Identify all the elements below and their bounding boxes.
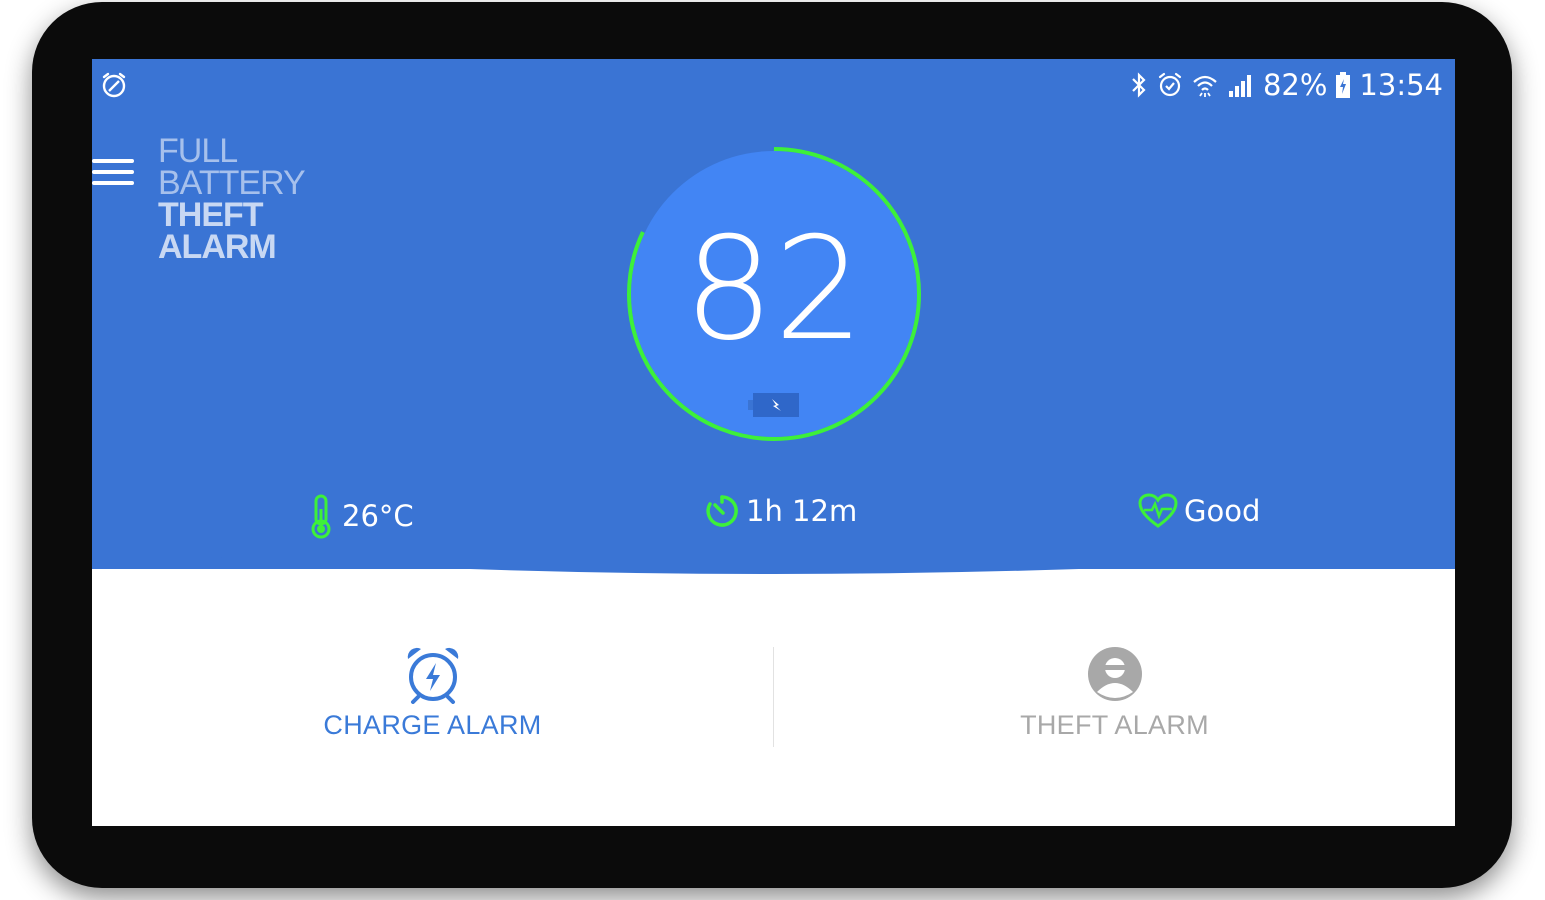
battery-charging-icon: [1336, 72, 1351, 98]
menu-icon[interactable]: [92, 157, 136, 189]
temperature-stat: 26°C: [306, 493, 414, 539]
panel-curve: [92, 539, 1455, 574]
app-logo: FULL BATTERY THEFT ALARM: [158, 132, 328, 266]
battery-percent-text: 82%: [1262, 68, 1328, 102]
heart-pulse-icon: [1138, 493, 1178, 528]
wifi-icon: [1193, 75, 1217, 97]
thermometer-icon: [311, 494, 331, 539]
logo-line-theft: THEFT: [158, 196, 264, 234]
clock-text: 13:54: [1359, 68, 1443, 102]
charging-battery-icon: [748, 393, 799, 417]
health-stat: Good: [1138, 493, 1260, 529]
logo-line-battery: BATTERY: [158, 164, 306, 202]
battery-level-value: 82: [683, 207, 865, 372]
bluetooth-icon: [1132, 72, 1146, 98]
alarm-icon: [102, 72, 126, 98]
theft-alarm-button[interactable]: THEFT ALARM: [774, 644, 1455, 754]
status-bar-right: 82% 13:54: [1129, 67, 1443, 103]
logo-line-alarm: ALARM: [158, 228, 277, 266]
app-screen: 82% 13:54 FULL BATTERY THEFT ALARM 82 26…: [92, 59, 1455, 826]
theft-alarm-icon: [1087, 647, 1142, 701]
remaining-time-value: 1h 12m: [746, 494, 858, 528]
charge-alarm-icon: [407, 647, 458, 704]
health-value: Good: [1184, 494, 1261, 528]
alarm-clock-icon: [1158, 72, 1182, 97]
charge-alarm-button[interactable]: CHARGE ALARM: [92, 644, 773, 754]
signal-icon: [1228, 75, 1251, 97]
charge-alarm-label: CHARGE ALARM: [323, 710, 542, 740]
temperature-value: 26°C: [342, 499, 414, 533]
remaining-time-stat: 1h 12m: [704, 493, 857, 529]
theft-alarm-label: THEFT ALARM: [1020, 710, 1209, 740]
logo-line-full: FULL: [158, 132, 238, 170]
timer-icon: [706, 495, 738, 527]
